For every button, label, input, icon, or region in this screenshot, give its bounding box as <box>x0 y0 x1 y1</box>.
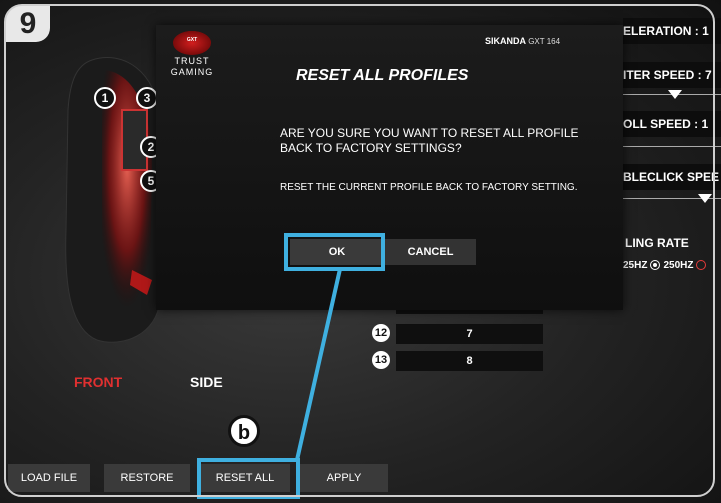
mouse-button-1-marker[interactable]: 1 <box>94 87 116 109</box>
tab-side[interactable]: SIDE <box>190 374 223 390</box>
reset-all-button[interactable]: RESET ALL <box>200 464 290 492</box>
step-b-callout: b <box>228 415 260 447</box>
app-window: 1 3 2 5 FRONT SIDE ELERATION : 1 ITER SP… <box>0 0 721 503</box>
step-badge: 9 <box>6 6 50 42</box>
dialog-subtext: RESET THE CURRENT PROFILE BACK TO FACTOR… <box>280 182 578 193</box>
polling-option-250-label: 250HZ <box>663 260 694 271</box>
scroll-speed-slider-track[interactable] <box>620 146 721 147</box>
restore-button[interactable]: RESTORE <box>104 464 190 492</box>
mouse-button-3-marker[interactable]: 3 <box>136 87 158 109</box>
polling-option-125-label: 25HZ <box>623 260 648 271</box>
button-row-13-marker: 13 <box>372 351 390 369</box>
polling-rate-options: 25HZ 250HZ <box>623 260 709 271</box>
button-row-13[interactable]: 8 <box>396 351 543 371</box>
ok-button[interactable]: OK <box>290 239 384 265</box>
apply-button[interactable]: APPLY <box>300 464 388 492</box>
reset-all-dialog: GXT TRUST GAMING SIKANDA GXT 164 RESET A… <box>156 25 623 310</box>
load-file-button[interactable]: LOAD FILE <box>8 464 90 492</box>
polling-radio-250[interactable] <box>696 260 707 271</box>
trust-gaming-logo: GXT TRUST GAMING <box>164 31 220 77</box>
gxt-logo-icon: GXT <box>173 31 211 55</box>
polling-radio-125[interactable] <box>650 260 661 271</box>
pointer-speed-slider-thumb[interactable] <box>668 90 682 99</box>
tab-front[interactable]: FRONT <box>74 374 122 390</box>
dialog-title: RESET ALL PROFILES <box>296 67 469 84</box>
doubleclick-speed-label: BLECLICK SPEE <box>623 164 721 190</box>
brand-line-2: GAMING <box>170 67 214 77</box>
acceleration-label: ELERATION : 1 <box>623 18 721 44</box>
scroll-speed-label: OLL SPEED : 1 <box>623 111 721 137</box>
dialog-question: ARE YOU SURE YOU WANT TO RESET ALL PROFI… <box>280 126 579 155</box>
polling-rate-label: LING RATE <box>625 236 689 250</box>
model-name: SIKANDA GXT 164 <box>485 36 560 46</box>
button-row-12-marker: 12 <box>372 324 390 342</box>
model-code: GXT 164 <box>528 37 561 46</box>
pointer-speed-label: ITER SPEED : 7 <box>623 62 721 88</box>
cancel-button[interactable]: CANCEL <box>385 239 476 265</box>
doubleclick-speed-slider-thumb[interactable] <box>698 194 712 203</box>
brand-line-1: TRUST <box>174 56 210 66</box>
model-name-text: SIKANDA <box>485 36 526 46</box>
button-row-12[interactable]: 7 <box>396 324 543 344</box>
